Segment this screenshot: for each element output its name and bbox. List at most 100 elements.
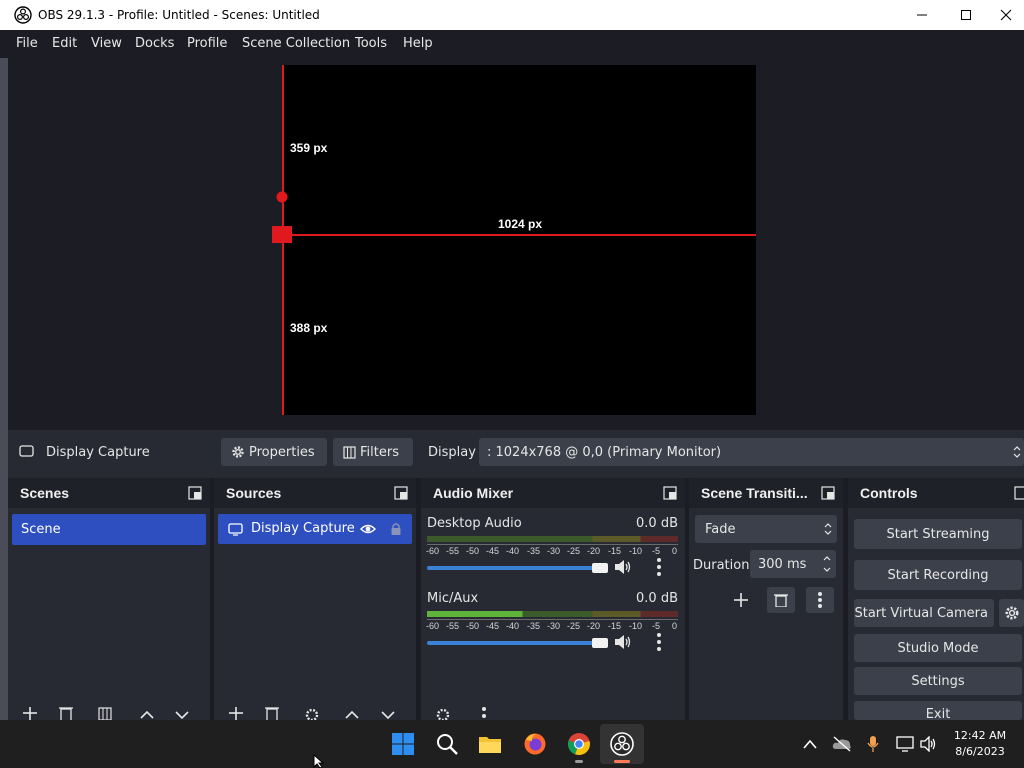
scene-filters-button[interactable] [91, 706, 119, 720]
width-distance-label: 1024 px [498, 217, 543, 231]
scene-item[interactable]: Scene [12, 514, 206, 545]
scenes-list[interactable]: Scene [8, 508, 210, 720]
clock-time[interactable]: 12:42 AM [948, 729, 1012, 742]
left-edge [0, 58, 8, 720]
speaker-icon[interactable] [614, 634, 632, 650]
menu-view[interactable]: View [91, 36, 122, 51]
remove-scene-button[interactable] [52, 706, 80, 720]
dock-splitter[interactable] [843, 478, 848, 720]
menu-profile[interactable]: Profile [187, 36, 227, 51]
duration-spinbox[interactable]: 300 ms [750, 550, 836, 578]
menu-scene-collection[interactable]: Scene Collection [242, 36, 350, 51]
transition-select[interactable]: Fade [695, 515, 837, 543]
dock-splitter[interactable] [685, 478, 689, 720]
menu-edit[interactable]: Edit [52, 36, 77, 51]
move-scene-down-button[interactable] [168, 706, 196, 720]
undock-icon[interactable] [1014, 486, 1024, 500]
chrome-icon[interactable] [567, 732, 591, 756]
sources-dock: Sources Display Capture [214, 478, 416, 720]
close-button[interactable] [988, 0, 1024, 30]
source-properties-button[interactable] [298, 706, 326, 720]
gear-icon [305, 708, 319, 720]
remove-transition-button[interactable] [767, 587, 795, 613]
firefox-icon[interactable] [523, 732, 547, 756]
settings-button[interactable]: Settings [854, 667, 1022, 695]
desktop-audio-volume-slider[interactable] [427, 566, 607, 570]
virtual-camera-settings-button[interactable] [999, 599, 1024, 627]
filter-icon [98, 707, 112, 720]
eye-icon[interactable] [360, 522, 376, 536]
add-transition-button[interactable] [727, 587, 755, 613]
controls-title: Controls [860, 485, 918, 501]
undock-icon[interactable] [188, 486, 202, 500]
monitor-icon [19, 445, 34, 457]
audio-mixer-header: Audio Mixer [421, 478, 685, 508]
filters-label: Filters [360, 444, 399, 460]
move-scene-up-button[interactable] [133, 706, 161, 720]
properties-button[interactable]: Properties [221, 438, 327, 466]
mixer-settings-button[interactable] [429, 706, 457, 720]
filters-button[interactable]: Filters [333, 438, 413, 466]
start-streaming-button[interactable]: Start Streaming [854, 519, 1022, 549]
more-options-icon[interactable] [656, 557, 662, 577]
network-icon[interactable] [896, 736, 916, 752]
tick-label: -20 [587, 621, 601, 631]
undock-icon[interactable] [394, 486, 408, 500]
chevron-up-icon[interactable] [803, 738, 817, 750]
plus-icon [23, 707, 37, 720]
obs-taskbar-icon[interactable] [610, 732, 634, 756]
menu-file[interactable]: File [16, 36, 38, 51]
lock-icon[interactable] [390, 522, 402, 536]
start-recording-button[interactable]: Start Recording [854, 560, 1022, 590]
start-virtual-camera-button[interactable]: Start Virtual Camera [854, 599, 994, 627]
remove-source-button[interactable] [258, 706, 286, 720]
mic-aux-volume-knob[interactable] [592, 638, 608, 648]
transform-handle-corner[interactable] [272, 226, 292, 243]
tick-label: -5 [652, 621, 661, 631]
file-explorer-icon[interactable] [478, 732, 502, 756]
display-select[interactable]: : 1024x768 @ 0,0 (Primary Monitor) [479, 438, 1024, 466]
mixer-menu-button[interactable] [470, 706, 498, 720]
undock-icon[interactable] [663, 486, 677, 500]
undock-icon[interactable] [821, 486, 835, 500]
mic-aux-name: Mic/Aux [427, 591, 479, 606]
desktop-audio-volume-knob[interactable] [592, 563, 608, 573]
windows-taskbar: 12:42 AM 8/6/2023 [0, 720, 1024, 768]
menu-docks[interactable]: Docks [135, 36, 174, 51]
onedrive-offline-icon[interactable] [832, 736, 852, 752]
tick-label: 0 [672, 546, 678, 556]
volume-icon[interactable] [920, 736, 938, 752]
sources-title: Sources [226, 485, 282, 501]
windows-start-icon[interactable] [391, 732, 415, 756]
more-options-icon[interactable] [656, 632, 662, 652]
transition-properties-button[interactable] [806, 587, 834, 613]
add-source-button[interactable] [222, 706, 250, 720]
tick-label: -55 [446, 546, 460, 556]
menu-help[interactable]: Help [403, 36, 433, 51]
exit-button[interactable]: Exit [854, 701, 1022, 720]
microphone-icon[interactable] [867, 735, 879, 753]
tick-label: -50 [466, 621, 480, 631]
move-source-down-button[interactable] [374, 706, 402, 720]
source-item[interactable]: Display Capture [218, 514, 412, 544]
dock-splitter[interactable] [416, 478, 421, 720]
search-icon[interactable] [435, 732, 459, 756]
menu-tools[interactable]: Tools [355, 36, 387, 51]
chrome-running-indicator [575, 760, 583, 763]
tick-label: -60 [426, 546, 440, 556]
add-scene-button[interactable] [16, 706, 44, 720]
tick-label: -60 [426, 621, 440, 631]
clock-date[interactable]: 8/6/2023 [948, 745, 1012, 758]
speaker-icon[interactable] [614, 559, 632, 575]
move-source-up-button[interactable] [338, 706, 366, 720]
maximize-button[interactable] [944, 0, 988, 30]
sources-list[interactable]: Display Capture [214, 508, 416, 720]
studio-mode-button[interactable]: Studio Mode [854, 634, 1022, 662]
dock-splitter[interactable] [210, 478, 214, 720]
transition-select-value: Fade [705, 522, 736, 537]
minimize-button[interactable] [900, 0, 944, 30]
transform-handle-top[interactable] [276, 191, 288, 203]
tick-label: -15 [608, 546, 622, 556]
spin-arrows-icon[interactable] [822, 553, 832, 575]
mic-aux-volume-slider[interactable] [427, 641, 607, 645]
